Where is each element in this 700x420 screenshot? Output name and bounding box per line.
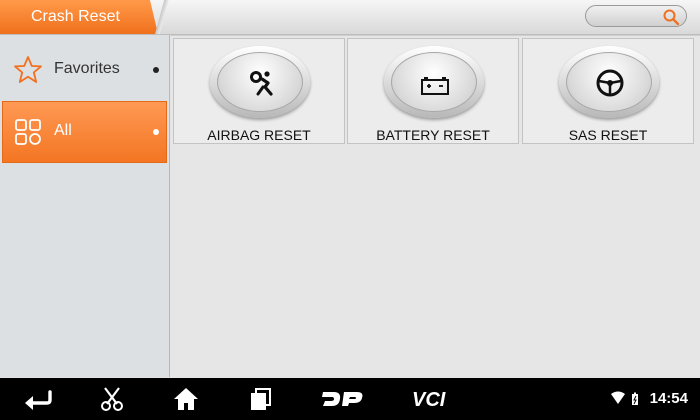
sidebar-item-indicator xyxy=(153,129,159,135)
home-icon[interactable] xyxy=(172,386,200,412)
clock: 14:54 xyxy=(649,390,688,407)
steering-wheel-icon xyxy=(596,69,624,97)
page-title: Crash Reset xyxy=(31,8,120,25)
system-navbar: VCI 14:54 xyxy=(0,378,700,420)
tile-badge xyxy=(210,46,310,118)
title-tab-edge xyxy=(150,0,172,34)
airbag-icon xyxy=(250,71,273,96)
svg-text:VCI: VCI xyxy=(412,389,446,411)
wifi-icon xyxy=(611,391,625,404)
tile-label: BATTERY RESET xyxy=(376,127,490,143)
dp-icon[interactable] xyxy=(320,386,366,412)
sidebar-item-label: Favorites xyxy=(54,60,120,77)
vci-icon[interactable]: VCI xyxy=(410,386,460,412)
recent-apps-icon[interactable] xyxy=(248,386,274,412)
tile-badge xyxy=(559,46,659,118)
airbag-reset-tile[interactable]: AIRBAG RESET xyxy=(173,38,345,144)
tile-label: SAS RESET xyxy=(568,127,648,143)
sidebar: Favorites All xyxy=(0,35,170,377)
tile-badge xyxy=(384,46,484,118)
sidebar-item-label: All xyxy=(54,122,72,139)
search-input[interactable] xyxy=(585,5,687,27)
sidebar-item-favorites[interactable]: Favorites xyxy=(2,39,167,101)
battery-icon xyxy=(421,77,449,95)
battery-reset-tile[interactable]: BATTERY RESET xyxy=(347,38,519,144)
scissors-icon[interactable] xyxy=(99,386,125,412)
grid-icon xyxy=(15,119,41,145)
star-icon xyxy=(14,56,42,83)
sidebar-item-all[interactable]: All xyxy=(2,101,167,163)
sas-reset-tile[interactable]: SAS RESET xyxy=(522,38,694,144)
search-icon[interactable] xyxy=(662,8,680,26)
function-grid: AIRBAG RESET BATTERY RESET SAS RESET xyxy=(171,35,700,378)
sidebar-item-indicator xyxy=(153,67,159,73)
top-bar: Crash Reset xyxy=(0,0,700,35)
status-icons xyxy=(611,391,638,405)
back-arrow-icon[interactable] xyxy=(22,386,54,412)
tile-label: AIRBAG RESET xyxy=(207,127,311,143)
